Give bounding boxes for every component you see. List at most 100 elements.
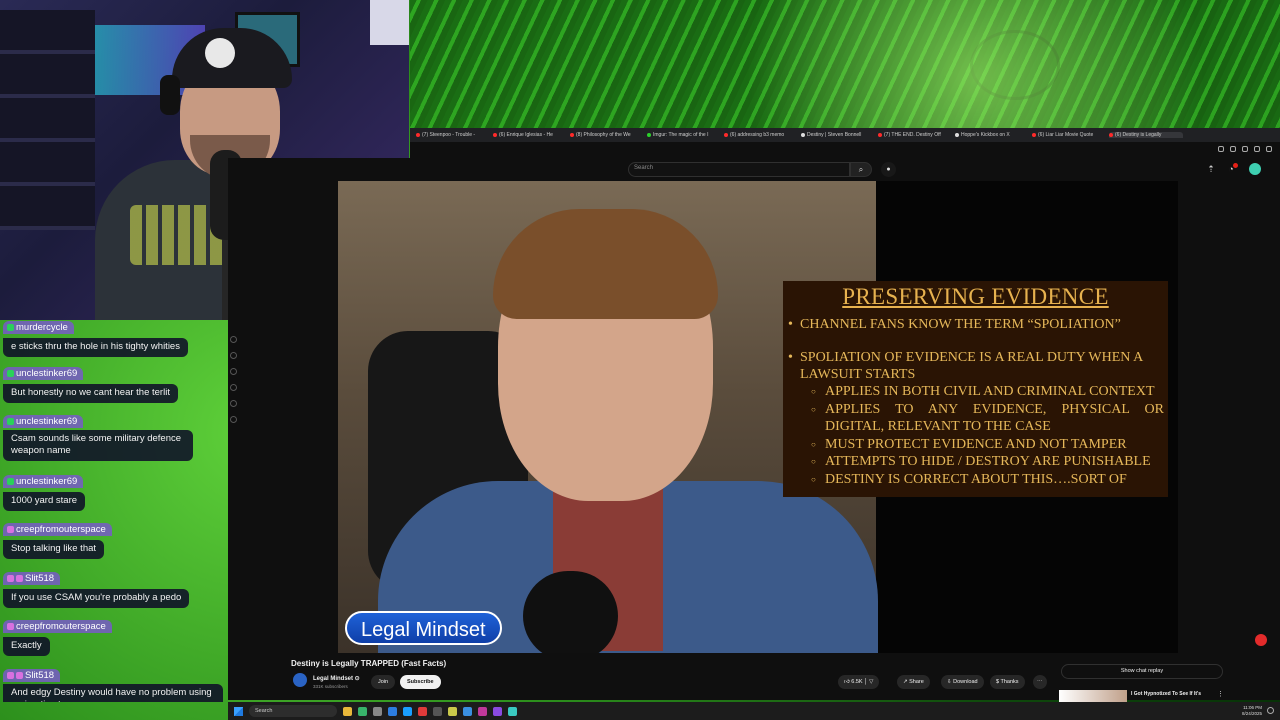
recommended-title[interactable]: I Got Hypnotized To See If It's <box>1131 691 1201 697</box>
home-icon[interactable] <box>230 336 237 343</box>
chat-text: And edgy Destiny would have no problem u… <box>3 684 223 702</box>
notification-center-icon[interactable] <box>1267 707 1274 714</box>
browser-tab[interactable]: Destiny | Steven Bonnell <box>801 132 875 138</box>
hat-logo <box>205 38 235 68</box>
chat-username: Slit518 <box>3 669 61 682</box>
slide-sub-bullet: MUST PROTECT EVIDENCE AND NOT TAMPER <box>787 436 1164 454</box>
task-view-icon[interactable] <box>373 706 382 716</box>
share-button[interactable]: ↗ Share <box>897 675 930 689</box>
tab-label: (6) addressing b3 memo <box>730 132 785 138</box>
slide-bullets: CHANNEL FANS KNOW THE TERM “SPOLIATION” … <box>787 316 1164 488</box>
bookmark-icon[interactable] <box>1218 146 1224 152</box>
slide-bullet: CHANNEL FANS KNOW THE TERM “SPOLIATION” <box>787 316 1164 333</box>
chat-username: unclestinker69 <box>3 415 84 428</box>
file-explorer-icon[interactable] <box>343 706 352 716</box>
browser-tab[interactable]: Imgur: The magic of the I <box>647 132 721 138</box>
playlist-icon[interactable] <box>230 400 237 407</box>
app-icon[interactable] <box>448 706 457 716</box>
chat-username: unclestinker69 <box>3 367 84 380</box>
sub-badge-icon <box>7 478 14 485</box>
more-actions-button[interactable]: ⋯ <box>1033 675 1047 689</box>
notification-badge <box>1233 163 1238 168</box>
chat-username-text: Slit518 <box>25 670 55 681</box>
chat-message: unclestinker69 Csam sounds like some mil… <box>3 412 193 461</box>
tab-label: (6) Destiny is Legally <box>1115 132 1162 138</box>
app-icon[interactable] <box>463 706 472 716</box>
join-button[interactable]: Join <box>371 675 396 689</box>
browser-tab[interactable]: (8) Philosophy of the We <box>570 132 644 138</box>
library-icon[interactable] <box>230 416 237 423</box>
lower-third-label: Legal Mindset <box>345 611 502 645</box>
search-placeholder: Search <box>634 165 654 171</box>
video-title: Destiny is Legally TRAPPED (Fast Facts) <box>291 659 447 668</box>
chat-username-text: Slit518 <box>25 573 55 584</box>
recommended-thumbnail[interactable] <box>1059 690 1127 702</box>
app-icon[interactable] <box>433 706 442 716</box>
share-label: Share <box>909 679 924 685</box>
show-chat-replay-button[interactable]: Show chat replay <box>1061 664 1223 679</box>
browser-tab[interactable]: (6) addressing b3 memo <box>724 132 798 138</box>
taskbar-clock[interactable]: 11:06 PM 8/24/2025 <box>1242 705 1262 717</box>
app-icon[interactable] <box>508 706 517 716</box>
taskbar-search[interactable]: Search <box>249 705 337 717</box>
settings-icon[interactable] <box>1266 146 1272 152</box>
slide-sub-bullet: DESTINY IS CORRECT ABOUT THIS….SORT OF <box>787 471 1164 489</box>
webcam-shelf <box>0 10 95 230</box>
headphone <box>160 75 180 115</box>
channel-name[interactable]: Legal Mindset ⊙ <box>313 675 360 682</box>
steam-icon[interactable] <box>403 706 412 716</box>
chat-text: Stop talking like that <box>3 540 105 559</box>
thanks-button[interactable]: $ Thanks <box>990 675 1025 689</box>
recommended-more-button[interactable]: ⋮ <box>1217 690 1224 698</box>
youtube-favicon-icon <box>724 133 728 137</box>
sub-badge-icon <box>7 418 14 425</box>
extensions-icon[interactable] <box>1230 146 1236 152</box>
sub-badge-icon <box>7 324 14 331</box>
app-icon[interactable] <box>493 706 502 716</box>
tab-label: (8) Philosophy of the We <box>576 132 631 138</box>
chat-message: unclestinker69 But honestly no we cant h… <box>3 364 178 403</box>
youtube-favicon-icon <box>1032 133 1036 137</box>
chat-message: Slit518 And edgy Destiny would have no p… <box>3 666 223 702</box>
clock-date: 8/24/2025 <box>1241 711 1262 716</box>
sub-badge-icon <box>7 575 14 582</box>
chrome-icon[interactable] <box>358 706 367 716</box>
voice-search-button[interactable]: ● <box>881 162 896 177</box>
youtube-favicon-icon <box>493 133 497 137</box>
avatar[interactable] <box>1249 163 1261 175</box>
chat-text: 1000 yard stare <box>3 492 86 511</box>
windows-start-icon[interactable] <box>234 706 243 716</box>
profile-icon[interactable] <box>1254 146 1260 152</box>
youtube-favicon-icon <box>416 133 420 137</box>
search-button[interactable]: ⌕ <box>850 162 872 177</box>
like-button[interactable]: 👍︎ 6.5K │ ▽ <box>838 675 880 689</box>
video-player[interactable]: Legal Mindset PRESERVING EVIDENCE CHANNE… <box>338 181 1178 653</box>
shorts-icon[interactable] <box>230 352 237 359</box>
subscribe-button[interactable]: Subscribe <box>400 675 441 689</box>
download-icon[interactable] <box>1242 146 1248 152</box>
chat-message: Slit518 If you use CSAM you're probably … <box>3 569 190 608</box>
app-icon[interactable] <box>418 706 427 716</box>
slide-title: PRESERVING EVIDENCE <box>842 284 1109 309</box>
browser-tab[interactable]: (7) THE END. Destiny Off <box>878 132 952 138</box>
browser-tab[interactable]: Hoppe's Kickbox on X <box>955 132 1029 138</box>
browser-tab[interactable]: (6) Enrique Iglesias - He <box>493 132 567 138</box>
channel-avatar[interactable] <box>293 673 307 687</box>
browser-tab[interactable]: (7) Steenpoo - Trouble - <box>416 132 490 138</box>
tab-label: Destiny | Steven Bonnell <box>807 132 862 138</box>
sub-badge-icon <box>7 526 14 533</box>
search-input[interactable] <box>628 162 850 177</box>
subscriptions-icon[interactable] <box>230 368 237 375</box>
history-icon[interactable] <box>230 384 237 391</box>
youtube-left-rail <box>228 320 240 700</box>
app-icon[interactable] <box>388 706 397 716</box>
browser-tab[interactable]: (6) Liar Liar Movie Quote <box>1032 132 1106 138</box>
tab-label: (6) Enrique Iglesias - He <box>499 132 553 138</box>
browser-toolbar <box>410 142 1280 158</box>
chat-message: creepfromouterspace Stop talking like th… <box>3 520 112 559</box>
chat-text: Exactly <box>3 637 50 656</box>
browser-tab-active[interactable]: (6) Destiny is Legally <box>1109 132 1183 138</box>
app-icon[interactable] <box>478 706 487 716</box>
download-button[interactable]: ⇩ Download <box>941 675 984 689</box>
create-icon[interactable]: ⇡ <box>1206 164 1216 174</box>
